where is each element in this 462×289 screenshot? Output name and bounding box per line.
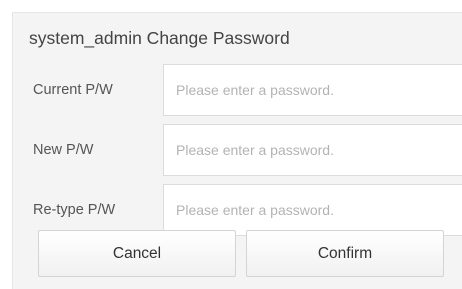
- retype-password-label: Re-type P/W: [33, 202, 116, 218]
- current-password-label: Current P/W: [33, 82, 113, 98]
- new-password-label: New P/W: [33, 142, 94, 158]
- retype-password-row: Re-type P/W: [13, 184, 462, 236]
- dialog-title: system_admin Change Password: [29, 28, 290, 48]
- current-password-row: Current P/W: [13, 64, 462, 116]
- current-password-input[interactable]: [163, 64, 462, 116]
- confirm-button[interactable]: Confirm: [246, 230, 444, 277]
- new-password-row: New P/W: [13, 124, 462, 176]
- cancel-button[interactable]: Cancel: [38, 230, 236, 277]
- new-password-input[interactable]: [163, 124, 462, 176]
- retype-password-input[interactable]: [163, 184, 462, 236]
